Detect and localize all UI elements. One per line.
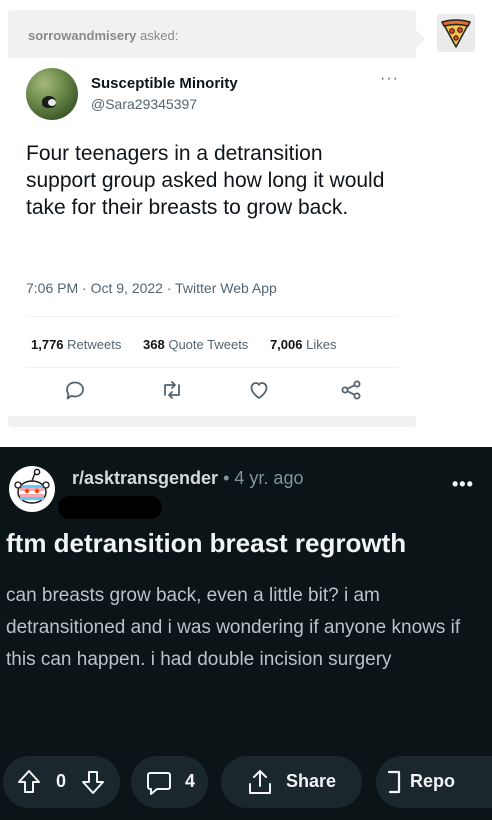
embedded-tweet: Susceptible Minority @Sara29345397 ··· F… [8,58,416,416]
meta-separator: • [223,468,230,488]
tweet-text: Four teenagers in a detransition support… [26,142,385,219]
post-meta: r/asktransgender • 4 yr. ago [72,468,303,489]
upvote-icon[interactable] [17,769,41,795]
share-button[interactable]: Share [221,756,362,808]
downvote-icon[interactable] [81,769,105,795]
likes-stat[interactable]: 7,006 Likes [270,337,337,352]
retweets-stat[interactable]: 1,776 Retweets [31,337,121,352]
vote-control: 0 [3,756,120,808]
report-icon [387,770,401,794]
reddit-post: r/asktransgender • 4 yr. ago ••• ftm det… [0,447,492,820]
divider [26,316,398,317]
report-label: Repo [410,771,455,791]
share-icon[interactable] [339,378,363,402]
vote-count: 0 [56,771,67,791]
ask-header: sorrowandmisery asked: [28,28,178,43]
tweet-actions [8,378,416,418]
tweet-author-avatar[interactable] [26,68,78,120]
report-button[interactable]: Repo [376,756,492,808]
comment-icon [147,772,171,795]
tweet-handle[interactable]: @Sara29345397 [91,96,197,112]
retweet-icon[interactable] [160,378,184,402]
subreddit-avatar-snoo-icon[interactable] [8,465,56,513]
tweet-display-name[interactable]: Susceptible Minority [91,75,238,92]
tweet-stats: 1,776 Retweets 368 Quote Tweets 7,006 Li… [31,337,354,352]
more-options-icon[interactable]: ··· [380,70,399,88]
tweet-timestamp[interactable]: 7:06 PM · Oct 9, 2022 · Twitter Web App [26,280,277,296]
asker-name[interactable]: sorrowandmisery [28,28,136,43]
pizza-slice-icon[interactable] [437,14,475,52]
post-age: 4 yr. ago [234,468,304,488]
share-label: Share [286,771,337,791]
more-options-icon[interactable]: ••• [452,474,474,495]
quote-tweets-stat[interactable]: 368 Quote Tweets [143,337,248,352]
comments-button[interactable]: 4 [131,756,208,808]
reply-icon[interactable] [63,378,87,402]
post-body: can breasts grow back, even a little bit… [6,585,461,670]
subreddit-name[interactable]: r/asktransgender [72,468,218,488]
asked-label: asked: [140,28,179,43]
redacted-username [58,496,162,519]
divider [26,367,398,368]
share-icon [249,770,271,794]
comment-count: 4 [185,771,196,791]
ask-card: sorrowandmisery asked: Susceptible Minor… [8,10,425,427]
like-icon[interactable] [247,378,271,402]
post-title[interactable]: ftm detransition breast regrowth [6,528,406,559]
